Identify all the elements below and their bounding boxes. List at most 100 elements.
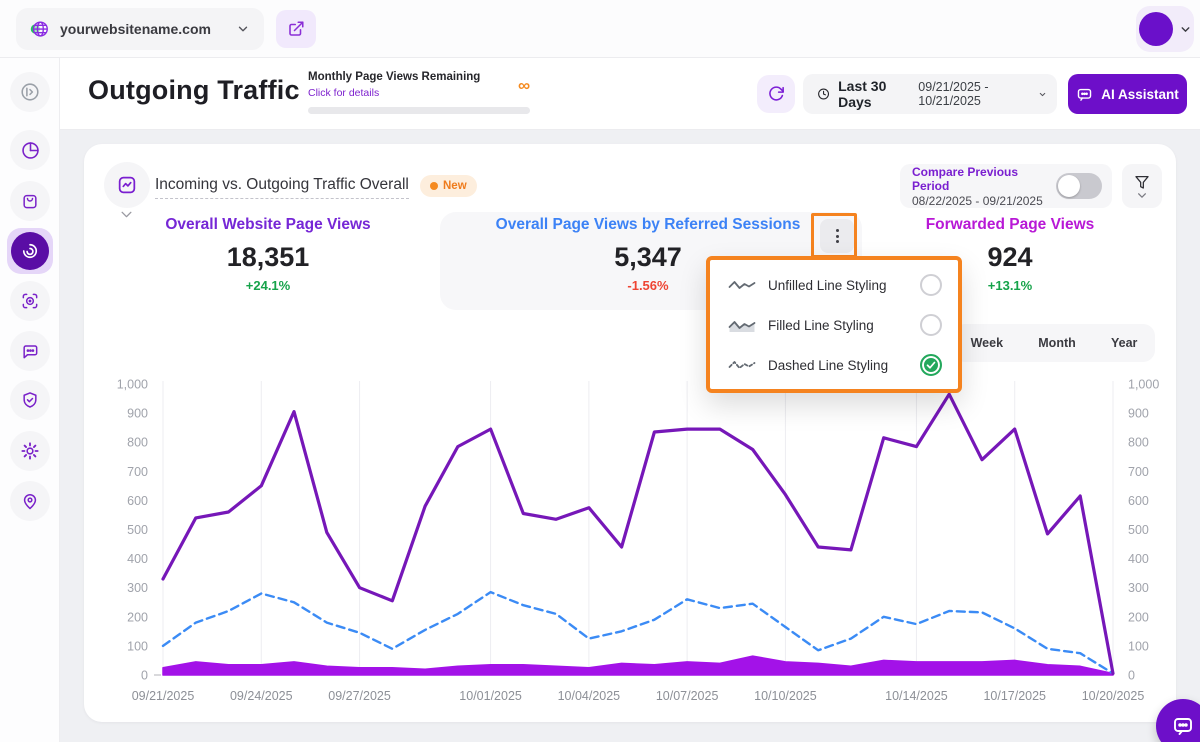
website-selector[interactable]: yourwebsitename.com — [16, 8, 264, 50]
retarget-focus-icon — [22, 293, 38, 309]
avatar — [1138, 12, 1173, 46]
svg-text:500: 500 — [1128, 523, 1149, 537]
compare-range: 08/22/2025 - 09/21/2025 — [912, 193, 1043, 208]
chat-bubble-icon — [1174, 718, 1192, 735]
chat-bubble-icon — [23, 345, 38, 359]
tab-week[interactable]: Week — [969, 332, 1005, 354]
pie-chart-icon — [21, 141, 39, 159]
svg-text:09/24/2025: 09/24/2025 — [230, 689, 293, 703]
shield-check-icon — [23, 392, 37, 408]
user-menu[interactable] — [1136, 6, 1194, 52]
tab-month[interactable]: Month — [1036, 332, 1077, 354]
date-range-selector[interactable]: Last 30 Days 09/21/2025 - 10/21/2025 — [803, 74, 1057, 114]
svg-text:400: 400 — [1128, 552, 1149, 566]
external-link-icon — [289, 21, 304, 36]
date-preset-label: Last 30 Days — [838, 78, 887, 110]
granularity-tabs: Week Month Year — [953, 324, 1155, 362]
shopping-bag-icon — [23, 194, 37, 209]
toggle-knob — [1058, 175, 1080, 197]
compare-label: Compare Previous Period — [912, 164, 1019, 193]
widget-icon-button[interactable] — [104, 162, 150, 208]
badge-dot-icon — [430, 182, 438, 190]
page-title: Outgoing Traffic — [88, 75, 300, 105]
monthly-page-views-widget: Monthly Page Views Remaining Click for d… — [308, 71, 538, 114]
metric-label: Overall Website Page Views — [165, 216, 371, 233]
svg-text:10/10/2025: 10/10/2025 — [754, 689, 817, 703]
svg-text:700: 700 — [1128, 465, 1149, 479]
radio-dashed[interactable] — [920, 354, 942, 376]
svg-text:600: 600 — [127, 494, 148, 508]
svg-text:700: 700 — [127, 465, 148, 479]
card-title[interactable]: Incoming vs. Outgoing Traffic Overall — [155, 176, 409, 199]
infinity-icon: ∞ — [518, 76, 531, 95]
tab-year[interactable]: Year — [1109, 332, 1139, 354]
top-bar: yourwebsitename.com — [0, 0, 1200, 58]
chevron-down-icon — [1181, 26, 1189, 32]
svg-text:10/07/2025: 10/07/2025 — [656, 689, 719, 703]
radio-unfilled[interactable] — [920, 274, 942, 296]
sidebar-item-analytics[interactable] — [10, 130, 50, 170]
svg-text:1,000: 1,000 — [1128, 378, 1159, 392]
sidebar-item-store[interactable] — [10, 181, 50, 221]
traffic-overview-card: Incoming vs. Outgoing Traffic Overall Ne… — [84, 144, 1176, 722]
svg-text:10/17/2025: 10/17/2025 — [983, 689, 1046, 703]
filter-button[interactable] — [1122, 164, 1162, 208]
svg-text:09/21/2025: 09/21/2025 — [132, 689, 195, 703]
menu-item-label: Dashed Line Styling — [768, 357, 889, 373]
monthly-views-label: Monthly Page Views Remaining — [308, 71, 481, 83]
unfilled-line-icon — [728, 281, 756, 289]
compare-previous-period: Compare Previous Period 08/22/2025 - 09/… — [900, 164, 1112, 208]
chevron-down-icon — [238, 26, 248, 32]
sidebar-item-security[interactable] — [10, 380, 50, 420]
svg-text:100: 100 — [1128, 639, 1149, 653]
metric-label: Overall Page Views by Referred Sessions — [495, 216, 801, 233]
chevron-down-icon — [1138, 192, 1146, 198]
chart-options-kebab-button[interactable] — [820, 219, 854, 253]
sidebar-item-retargeting[interactable] — [10, 281, 50, 321]
svg-text:100: 100 — [127, 639, 148, 653]
metric-label: Forwarded Page Views — [925, 216, 1095, 233]
radio-filled[interactable] — [920, 314, 942, 336]
chevron-down-icon — [1039, 92, 1046, 96]
svg-text:500: 500 — [127, 523, 148, 537]
svg-text:10/04/2025: 10/04/2025 — [558, 689, 621, 703]
svg-text:09/27/2025: 09/27/2025 — [328, 689, 391, 703]
svg-text:0: 0 — [1128, 669, 1135, 683]
refresh-button[interactable] — [757, 75, 795, 113]
menu-item-dashed-line[interactable]: Dashed Line Styling — [710, 345, 958, 385]
open-website-button[interactable] — [276, 10, 316, 48]
ai-assistant-label: AI Assistant — [1101, 86, 1179, 102]
svg-text:300: 300 — [1128, 581, 1149, 595]
sidebar-item-settings[interactable] — [10, 431, 50, 471]
line-styling-menu: Unfilled Line Styling Filled Line Stylin… — [706, 256, 962, 393]
menu-item-label: Filled Line Styling — [768, 317, 874, 333]
new-badge: New — [420, 175, 477, 197]
settings-gear-icon — [21, 442, 39, 460]
sidebar-item-messages[interactable] — [10, 331, 50, 371]
location-pin-icon — [23, 494, 37, 510]
sidebar-item-expand[interactable] — [10, 72, 50, 112]
menu-item-filled-line[interactable]: Filled Line Styling — [710, 305, 958, 345]
svg-text:0: 0 — [141, 669, 148, 683]
sidebar-item-locations[interactable] — [10, 481, 50, 521]
clock-icon — [818, 88, 830, 100]
active-indicator — [11, 232, 49, 270]
filter-funnel-icon — [1135, 175, 1149, 189]
svg-text:300: 300 — [127, 581, 148, 595]
traffic-chart: 0 0 100 100 200 200 300 300 400 400 500 500 600 600 70… — [100, 376, 1164, 710]
date-range-text: 09/21/2025 - 10/21/2025 — [918, 80, 989, 108]
globe-logo-icon — [30, 21, 48, 37]
monthly-views-progress-bar — [308, 107, 530, 114]
outgoing-traffic-icon — [22, 243, 38, 259]
line-chart-icon — [118, 176, 136, 194]
filled-line-icon — [728, 321, 756, 332]
sidebar-item-outgoing-traffic[interactable] — [7, 228, 53, 274]
compare-toggle[interactable] — [1056, 173, 1102, 199]
chart-canvas: 0 0 100 100 200 200 300 300 400 400 500 500 600 600 70… — [117, 378, 1160, 704]
click-for-details-link[interactable]: Click for details — [308, 87, 379, 99]
ai-assistant-button[interactable]: AI Assistant — [1068, 74, 1187, 114]
svg-text:800: 800 — [127, 436, 148, 450]
svg-text:10/20/2025: 10/20/2025 — [1082, 689, 1145, 703]
refresh-icon — [769, 86, 784, 101]
menu-item-unfilled-line[interactable]: Unfilled Line Styling — [710, 265, 958, 305]
